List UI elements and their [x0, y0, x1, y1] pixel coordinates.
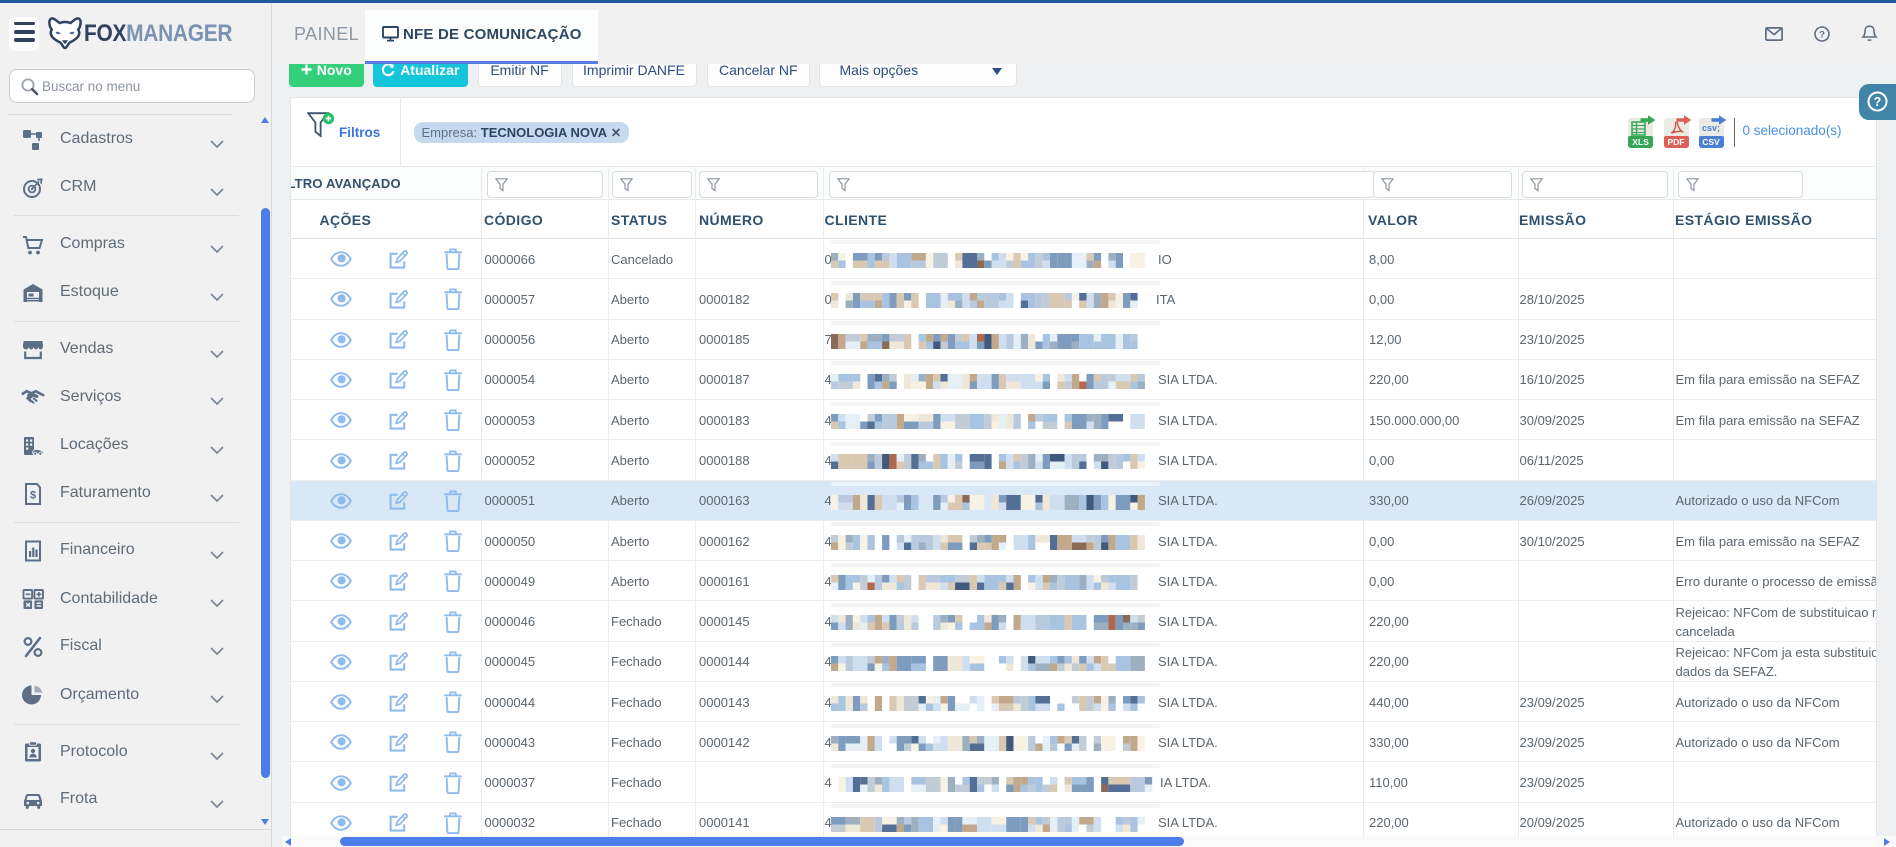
svg-text:?: ?	[1819, 29, 1825, 40]
svg-text:$: $	[30, 489, 36, 501]
svg-text:?: ?	[1874, 95, 1882, 109]
